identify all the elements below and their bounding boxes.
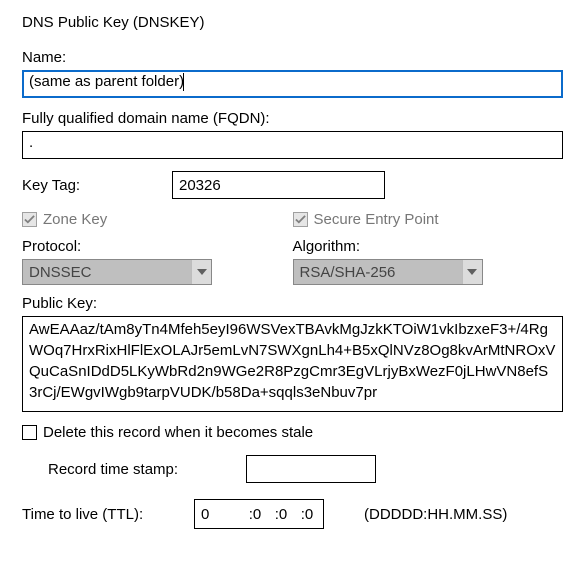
- protocol-combo: DNSSEC: [22, 259, 212, 285]
- protocol-value: DNSSEC: [29, 264, 92, 281]
- zone-key-label: Zone Key: [43, 211, 107, 228]
- algorithm-label: Algorithm:: [293, 238, 546, 255]
- text-caret: [183, 73, 184, 91]
- publickey-label: Public Key:: [22, 295, 563, 312]
- dnskey-dialog: DNS Public Key (DNSKEY) Name: (same as p…: [0, 0, 585, 547]
- checkmark-icon: [24, 214, 35, 225]
- ttl-seconds[interactable]: :0: [293, 506, 319, 523]
- keytag-input[interactable]: [172, 171, 385, 199]
- dialog-title: DNS Public Key (DNSKEY): [22, 14, 563, 31]
- sep-label: Secure Entry Point: [314, 211, 439, 228]
- publickey-textarea[interactable]: AwEAAaz/tAm8yTn4Mfeh5eyI96WSVexTBAvkMgJz…: [22, 316, 563, 412]
- sep-checkbox: [293, 212, 308, 227]
- name-input-value: (same as parent folder): [29, 73, 184, 90]
- name-input[interactable]: (same as parent folder): [22, 70, 563, 98]
- name-label: Name:: [22, 49, 563, 66]
- record-timestamp-label: Record time stamp:: [48, 461, 246, 478]
- fqdn-input-value: .: [29, 134, 33, 151]
- protocol-label: Protocol:: [22, 238, 275, 255]
- algorithm-combo: RSA/SHA-256: [293, 259, 483, 285]
- ttl-hours[interactable]: :0: [241, 506, 267, 523]
- ttl-days[interactable]: 0: [199, 506, 241, 523]
- ttl-minutes[interactable]: :0: [267, 506, 293, 523]
- fqdn-label: Fully qualified domain name (FQDN):: [22, 110, 563, 127]
- chevron-down-icon: [197, 269, 207, 275]
- algorithm-value: RSA/SHA-256: [300, 264, 396, 281]
- delete-stale-label: Delete this record when it becomes stale: [43, 424, 313, 441]
- fqdn-input[interactable]: .: [22, 131, 563, 159]
- checkmark-icon: [295, 214, 306, 225]
- ttl-input[interactable]: 0 :0 :0 :0: [194, 499, 324, 529]
- publickey-value: AwEAAaz/tAm8yTn4Mfeh5eyI96WSVexTBAvkMgJz…: [29, 321, 555, 401]
- ttl-format-hint: (DDDDD:HH.MM.SS): [364, 506, 507, 523]
- delete-stale-checkbox[interactable]: [22, 425, 37, 440]
- ttl-label: Time to live (TTL):: [22, 506, 194, 523]
- zone-key-checkbox: [22, 212, 37, 227]
- keytag-label: Key Tag:: [22, 177, 172, 194]
- chevron-down-icon: [467, 269, 477, 275]
- record-timestamp-input[interactable]: [246, 455, 376, 483]
- protocol-combo-button: [191, 260, 211, 284]
- algorithm-combo-button: [462, 260, 482, 284]
